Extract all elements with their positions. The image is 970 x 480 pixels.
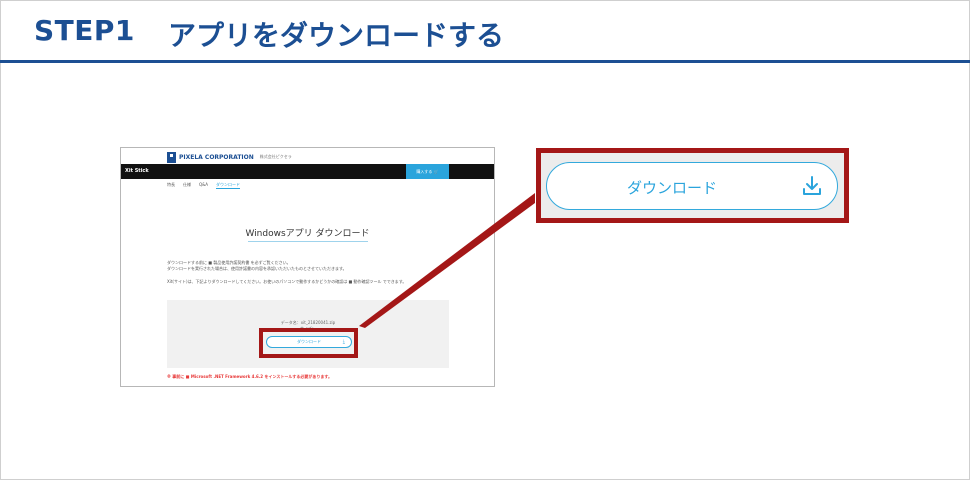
buy-button[interactable]: 購入する 🛒 <box>406 164 449 179</box>
download-button-large-label: ダウンロード <box>626 179 717 197</box>
notice-line-2: ダウンロードを実行された場合は、使用許諾書の内容を承認いただいたものとさせていた… <box>167 266 347 271</box>
product-nav: 特長 仕様 Q&A ダウンロード <box>167 182 241 189</box>
logo-text: PIXELA CORPORATION <box>179 153 254 161</box>
logo-subtext: 株式会社ピクセラ <box>259 154 292 159</box>
download-icon <box>803 176 821 195</box>
notice-line-3: Xit(サイト)は、下記よりダウンロードしてください。お使いのパソコンで動作する… <box>167 279 407 284</box>
nav-item-download[interactable]: ダウンロード <box>216 182 241 189</box>
cart-icon: 🛒 <box>433 169 439 174</box>
nav-item-qa[interactable]: Q&A <box>199 182 208 189</box>
step-header: STEP1 アプリをダウンロードする <box>0 0 970 63</box>
download-button-large[interactable]: ダウンロード <box>546 162 838 210</box>
framework-warning: ※ 事前に ■ Microsoft .NET Framework 4.6.2 を… <box>167 374 332 379</box>
product-bar: Xit Stick 購入する 🛒 <box>121 164 494 179</box>
download-heading: Windowsアプリ ダウンロード <box>245 229 370 239</box>
step-number: STEP1 <box>34 14 135 47</box>
step-title: アプリをダウンロードする <box>168 19 505 52</box>
company-logo: PIXELA CORPORATION 株式会社ピクセラ <box>167 151 292 163</box>
nav-item-features[interactable]: 特長 <box>167 182 175 189</box>
heading-underline <box>248 241 368 242</box>
logo-mark-icon <box>167 151 176 163</box>
highlight-small <box>259 328 358 358</box>
buy-button-label: 購入する <box>416 168 433 174</box>
product-title: Xit Stick <box>125 168 149 174</box>
nav-item-specs[interactable]: 仕様 <box>183 182 191 189</box>
